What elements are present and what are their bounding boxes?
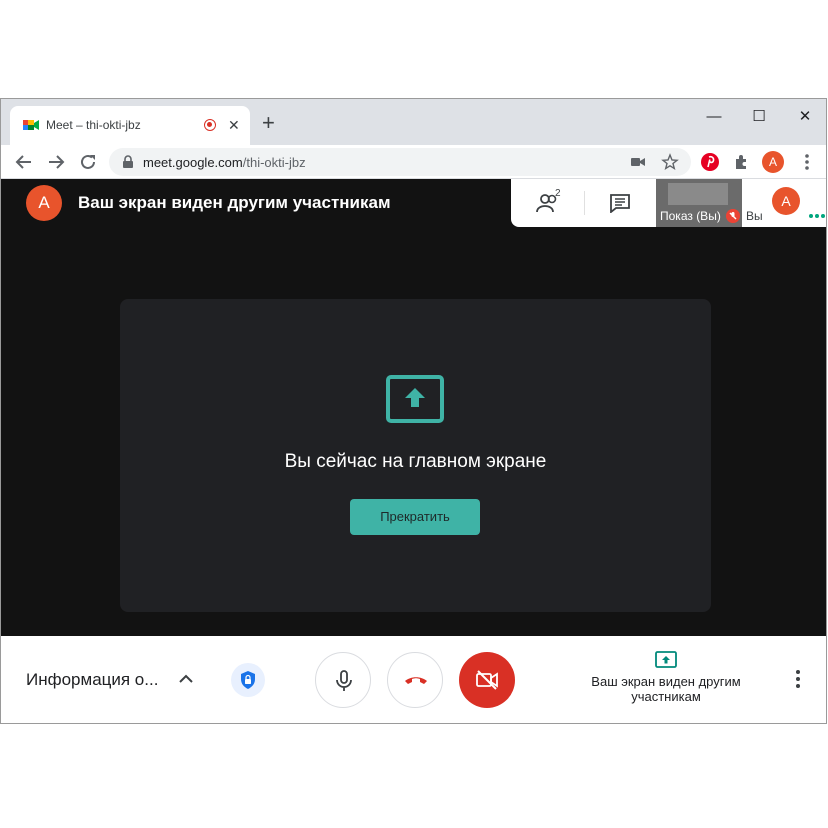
maximize-button[interactable]: ☐ (736, 103, 782, 131)
more-options-icon[interactable] (787, 668, 809, 690)
browser-window: Meet – thi-okti-jbz ✕ + — ☐ ✕ meet.googl… (0, 98, 827, 724)
self-tile-label: Вы (746, 209, 763, 223)
bookmark-star-icon[interactable] (661, 153, 679, 171)
speaking-dots-icon (809, 214, 825, 218)
new-tab-button[interactable]: + (262, 112, 275, 134)
user-avatar: A (26, 185, 62, 221)
back-icon[interactable] (12, 150, 36, 174)
present-status-icon (655, 651, 677, 668)
meet-stage: A Ваш экран виден другим участникам 2 По… (1, 179, 826, 636)
muted-icon (726, 209, 740, 223)
browser-toolbar: meet.google.com/thi-okti-jbz A (1, 145, 826, 179)
url-host: meet.google.com (143, 155, 243, 170)
present-screen-icon (386, 375, 444, 423)
profile-avatar[interactable]: A (762, 151, 784, 173)
tab-meet[interactable]: Meet – thi-okti-jbz ✕ (10, 106, 250, 145)
meet-favicon-icon (23, 120, 39, 130)
chat-icon (610, 194, 630, 213)
url-text[interactable]: meet.google.com/thi-okti-jbz (143, 155, 306, 170)
minimize-button[interactable]: — (691, 103, 737, 131)
screen-share-status-label: Ваш экран виден другим участникам (591, 674, 741, 704)
forward-icon[interactable] (44, 150, 68, 174)
presentation-tile-label: Показ (Вы) (660, 209, 721, 223)
screen-share-status[interactable]: Ваш экран виден другим участникам (581, 650, 751, 704)
participants-button[interactable]: 2 (511, 179, 583, 227)
address-bar[interactable]: meet.google.com/thi-okti-jbz (109, 148, 691, 176)
tab-strip: Meet – thi-okti-jbz ✕ + — ☐ ✕ (1, 99, 826, 145)
presentation-preview (668, 183, 728, 205)
recording-indicator-icon (204, 119, 216, 131)
pinterest-extension-icon[interactable] (698, 150, 722, 174)
hang-up-icon (405, 677, 427, 684)
camera-off-icon (476, 670, 498, 690)
camera-in-use-icon[interactable] (629, 153, 647, 171)
presentation-tile[interactable]: Показ (Вы) (656, 179, 742, 227)
camera-toggle-button[interactable] (459, 652, 515, 708)
leave-call-button[interactable] (387, 652, 443, 708)
chat-button[interactable] (585, 179, 657, 227)
top-right-panel: 2 Показ (Вы) Вы A (511, 179, 826, 227)
security-button[interactable] (231, 663, 265, 697)
lock-icon[interactable] (121, 155, 135, 169)
tab-close-button[interactable]: ✕ (228, 117, 240, 133)
main-screen-card: Вы сейчас на главном экране Прекратить (120, 299, 711, 612)
url-path: /thi-okti-jbz (242, 155, 306, 170)
tab-title: Meet – thi-okti-jbz (46, 118, 141, 132)
meeting-controls-bar: Информация о... Ваш экран виден другим у… (1, 636, 826, 723)
microphone-button[interactable] (315, 652, 371, 708)
meeting-info-button[interactable]: Информация о... (26, 670, 158, 690)
microphone-icon (336, 670, 352, 691)
extensions-puzzle-icon[interactable] (730, 150, 754, 174)
shield-lock-icon (241, 671, 255, 689)
self-tile[interactable]: Вы A (742, 179, 826, 227)
stop-presenting-button[interactable]: Прекратить (350, 499, 480, 535)
reload-icon[interactable] (76, 150, 100, 174)
main-screen-title: Вы сейчас на главном экране (284, 451, 547, 472)
chevron-up-icon[interactable] (177, 670, 195, 688)
presenting-banner: Ваш экран виден другим участникам (78, 193, 391, 212)
self-tile-avatar: A (772, 187, 800, 215)
close-window-button[interactable]: ✕ (782, 103, 826, 131)
browser-menu-icon[interactable] (795, 150, 819, 174)
participants-count: 2 (555, 188, 561, 199)
